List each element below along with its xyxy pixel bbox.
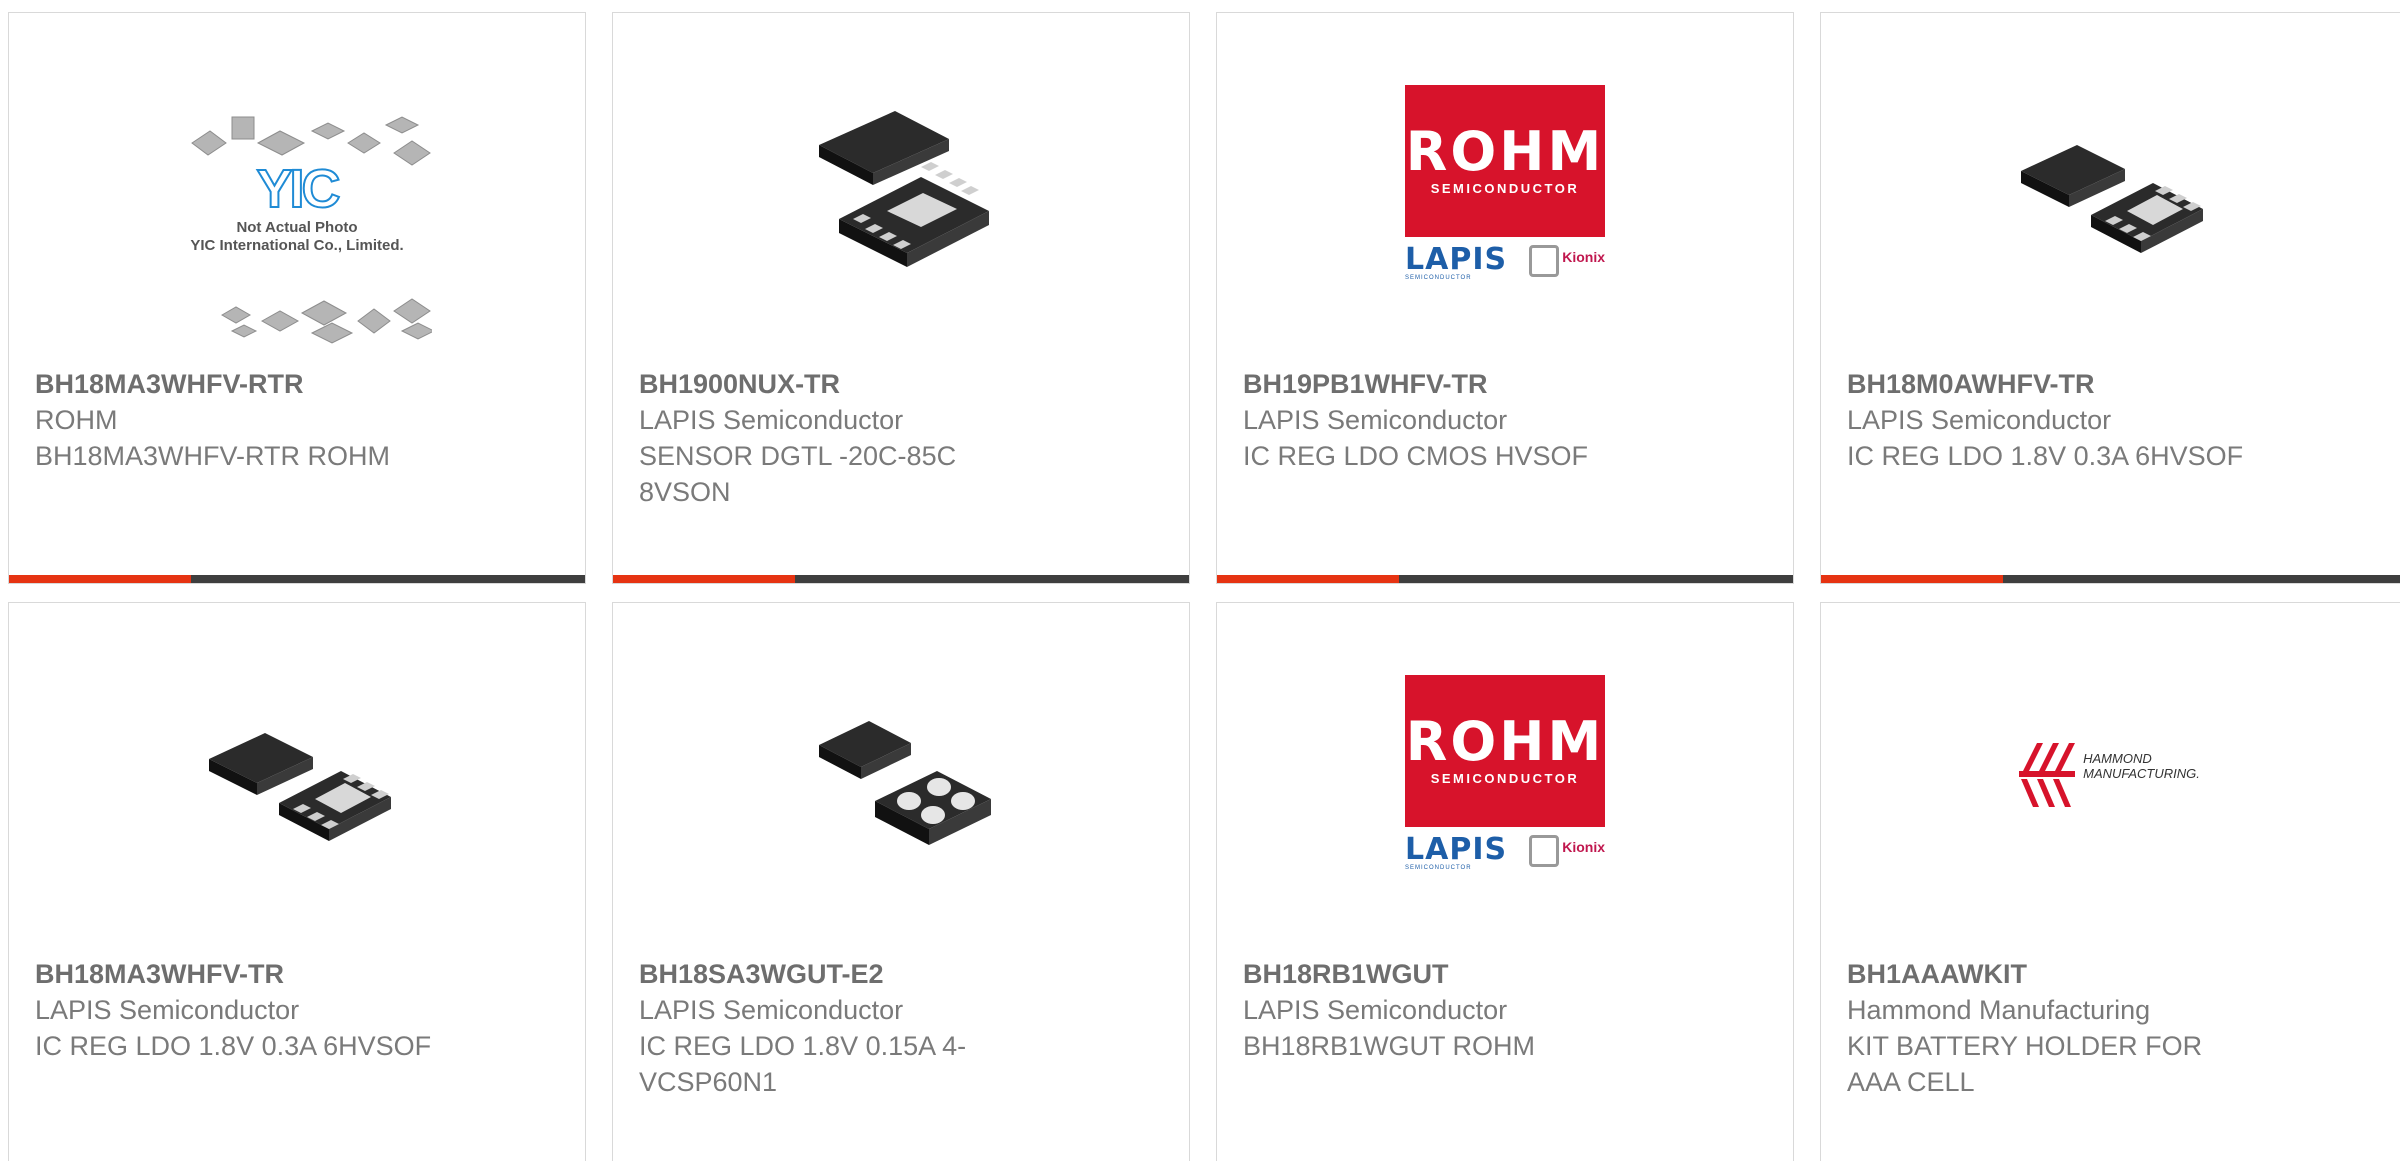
part-number[interactable]: BH18MA3WHFV-RTR	[35, 366, 559, 402]
description: IC REG LDO 1.8V 0.15A 4-VCSP60N1	[639, 1031, 967, 1097]
hammond-logo-line-2: MANUFACTURING.	[2083, 766, 2200, 781]
chip-6pin-image	[209, 733, 391, 841]
part-number[interactable]: BH18M0AWHFV-TR	[1847, 366, 2374, 402]
rohm-logo-text: ROHM	[1405, 120, 1605, 183]
rohm-logo: ROHM SEMICONDUCTOR LAPIS SEMICONDUCTOR K…	[1405, 675, 1605, 875]
card-bottom-bar	[1217, 575, 1793, 583]
product-image[interactable]: YIC Not Actual Photo YIC International C…	[162, 103, 432, 353]
lapis-kionix-logos: LAPIS SEMICONDUCTOR Kionix	[1405, 243, 1605, 285]
lapis-logo: LAPIS	[1405, 832, 1508, 867]
rohm-red-block: ROHM SEMICONDUCTOR	[1405, 675, 1605, 827]
hammond-logo: HAMMOND MANUFACTURING.	[2017, 739, 2200, 811]
card-accent-bar	[1217, 575, 1399, 583]
product-meta: BH18MA3WHFV-TR LAPIS Semiconductor IC RE…	[35, 956, 559, 1064]
description: IC REG LDO 1.8V 0.3A 6HVSOF	[1847, 441, 2244, 471]
image-caption-line-1: Not Actual Photo	[236, 219, 358, 236]
hammond-logo-line-1: HAMMOND	[2083, 751, 2152, 766]
part-number[interactable]: BH1900NUX-TR	[639, 366, 1163, 402]
product-image[interactable]	[799, 675, 1003, 875]
product-meta: BH18RB1WGUT LAPIS Semiconductor BH18RB1W…	[1243, 956, 1767, 1064]
chip-4ball-image	[819, 721, 991, 845]
description: SENSOR DGTL -20C-85C 8VSON	[639, 441, 957, 507]
manufacturer: LAPIS Semiconductor	[639, 995, 904, 1025]
kionix-icon	[1529, 835, 1559, 867]
chip-8pin-image	[819, 111, 989, 267]
product-card[interactable]: BH18M0AWHFV-TR LAPIS Semiconductor IC RE…	[1820, 12, 2400, 584]
rohm-red-block: ROHM SEMICONDUCTOR	[1405, 85, 1605, 237]
image-caption-line-2: YIC International Co., Limited.	[190, 237, 404, 254]
card-accent-bar	[9, 575, 191, 583]
lapis-logo: LAPIS	[1405, 242, 1508, 277]
card-bottom-bar	[9, 575, 585, 583]
hammond-logo-text: HAMMOND MANUFACTURING.	[2083, 751, 2200, 781]
product-card[interactable]: BH18SA3WGUT-E2 LAPIS Semiconductor IC RE…	[612, 602, 1190, 1161]
product-meta: BH1AAAWKIT Hammond Manufacturing KIT BAT…	[1847, 956, 2374, 1100]
yic-logo: YIC	[255, 158, 341, 220]
kionix-logo: Kionix	[1562, 839, 1605, 855]
product-meta: BH18MA3WHFV-RTR ROHM BH18MA3WHFV-RTR ROH…	[35, 366, 559, 474]
product-image[interactable]: ROHM SEMICONDUCTOR LAPIS SEMICONDUCTOR K…	[1403, 85, 1607, 285]
product-image[interactable]: HAMMOND MANUFACTURING.	[2007, 675, 2211, 875]
card-accent-bar	[1821, 575, 2003, 583]
manufacturer: LAPIS Semiconductor	[1243, 405, 1508, 435]
product-image[interactable]	[2007, 87, 2211, 287]
product-meta: BH18M0AWHFV-TR LAPIS Semiconductor IC RE…	[1847, 366, 2374, 474]
product-image[interactable]: ROHM SEMICONDUCTOR LAPIS SEMICONDUCTOR K…	[1403, 675, 1607, 875]
card-bottom-bar	[613, 575, 1189, 583]
kionix-icon	[1529, 245, 1559, 277]
manufacturer: LAPIS Semiconductor	[1847, 405, 2112, 435]
product-card[interactable]: BH18MA3WHFV-TR LAPIS Semiconductor IC RE…	[8, 602, 586, 1161]
kionix-logo: Kionix	[1562, 249, 1605, 265]
rohm-logo: ROHM SEMICONDUCTOR LAPIS SEMICONDUCTOR K…	[1405, 85, 1605, 285]
product-card[interactable]: BH1900NUX-TR LAPIS Semiconductor SENSOR …	[612, 12, 1190, 584]
manufacturer: ROHM	[35, 405, 118, 435]
rohm-logo-subtext: SEMICONDUCTOR	[1430, 771, 1580, 786]
product-meta: BH1900NUX-TR LAPIS Semiconductor SENSOR …	[639, 366, 1163, 510]
manufacturer: LAPIS Semiconductor	[35, 995, 300, 1025]
description: KIT BATTERY HOLDER FOR AAA CELL	[1847, 1031, 2203, 1097]
product-meta: BH18SA3WGUT-E2 LAPIS Semiconductor IC RE…	[639, 956, 1163, 1100]
description: BH18RB1WGUT ROHM	[1243, 1031, 1536, 1061]
lapis-logo-subtext: SEMICONDUCTOR	[1405, 865, 1472, 871]
part-number[interactable]: BH1AAAWKIT	[1847, 956, 2374, 992]
lapis-kionix-logos: LAPIS SEMICONDUCTOR Kionix	[1405, 833, 1605, 875]
product-card[interactable]: HAMMOND MANUFACTURING. BH1AAAWKIT Hammon…	[1820, 602, 2400, 1161]
card-accent-bar	[613, 575, 795, 583]
manufacturer: Hammond Manufacturing	[1847, 995, 2151, 1025]
chip-6pin-image	[2020, 145, 2203, 253]
product-meta: BH19PB1WHFV-TR LAPIS Semiconductor IC RE…	[1243, 366, 1767, 474]
rohm-logo-subtext: SEMICONDUCTOR	[1430, 181, 1580, 196]
product-image[interactable]	[195, 675, 399, 875]
manufacturer: LAPIS Semiconductor	[1243, 995, 1508, 1025]
description: IC REG LDO CMOS HVSOF	[1243, 441, 1589, 471]
part-number[interactable]: BH18SA3WGUT-E2	[639, 956, 1163, 992]
rohm-logo-text: ROHM	[1405, 710, 1605, 773]
product-card[interactable]: ROHM SEMICONDUCTOR LAPIS SEMICONDUCTOR K…	[1216, 12, 1794, 584]
description: BH18MA3WHFV-RTR ROHM	[35, 441, 391, 471]
product-card[interactable]: YIC Not Actual Photo YIC International C…	[8, 12, 586, 584]
card-bottom-bar	[1821, 575, 2400, 583]
part-number[interactable]: BH19PB1WHFV-TR	[1243, 366, 1767, 402]
description: IC REG LDO 1.8V 0.3A 6HVSOF	[35, 1031, 432, 1061]
product-image[interactable]	[799, 87, 1003, 287]
product-grid: YIC Not Actual Photo YIC International C…	[0, 0, 2400, 1161]
hammond-mark-icon	[2019, 743, 2076, 807]
part-number[interactable]: BH18RB1WGUT	[1243, 956, 1767, 992]
product-card[interactable]: ROHM SEMICONDUCTOR LAPIS SEMICONDUCTOR K…	[1216, 602, 1794, 1161]
lapis-logo-subtext: SEMICONDUCTOR	[1405, 275, 1472, 281]
manufacturer: LAPIS Semiconductor	[639, 405, 904, 435]
part-number[interactable]: BH18MA3WHFV-TR	[35, 956, 559, 992]
